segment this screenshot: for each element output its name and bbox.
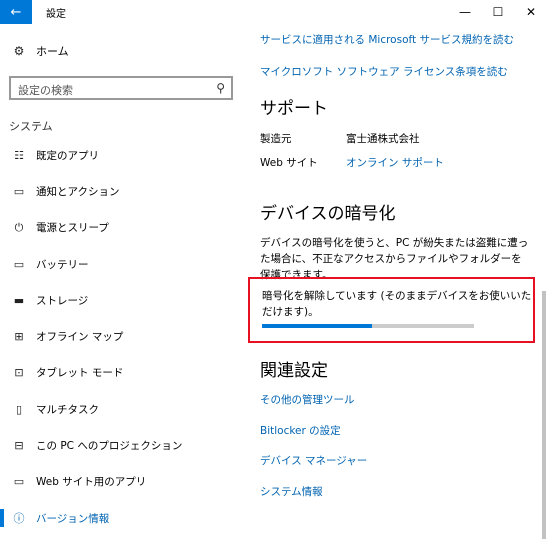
encryption-progress-bar <box>262 324 474 328</box>
notifications-icon: ▭ <box>13 184 25 198</box>
sidebar-home[interactable]: ⚙ ホーム <box>12 43 69 59</box>
sidebar-item-power-sleep[interactable]: ⏻ 電源とスリープ <box>0 210 244 246</box>
projection-icon: ⊟ <box>14 439 24 453</box>
sidebar-item-multitasking[interactable]: ▯ マルチタスク <box>0 391 244 427</box>
vertical-scrollbar[interactable] <box>538 24 550 543</box>
sidebar-nav: ☷ 既定のアプリ ▭ 通知とアクション ⏻ 電源とスリープ ▭ バッテリー ▬ … <box>0 137 244 536</box>
link-bitlocker-settings[interactable]: Bitlocker の設定 <box>260 423 341 438</box>
sidebar-item-label: オフライン マップ <box>36 331 124 344</box>
close-icon: ✕ <box>525 5 537 19</box>
encryption-description: デバイスの暗号化を使うと、PC が紛失または盗難に遭った場合に、不正なアクセスか… <box>260 237 529 281</box>
scrollbar-thumb[interactable] <box>542 291 546 539</box>
sidebar-item-label: Web サイト用のアプリ <box>36 476 147 489</box>
manufacturer-value: 富士通株式会社 <box>346 133 420 145</box>
storage-icon: ▬ <box>13 293 25 307</box>
link-device-manager[interactable]: デバイス マネージャー <box>260 453 367 468</box>
search-icon[interactable]: ⚲ <box>216 81 225 95</box>
back-arrow-icon: ← <box>10 4 22 20</box>
heading-support: サポート <box>260 99 328 119</box>
manufacturer-label: 製造元 <box>260 133 292 145</box>
heading-device-encryption: デバイスの暗号化 <box>260 204 396 224</box>
search-placeholder: 設定の検索 <box>18 84 73 97</box>
back-button[interactable]: ← <box>0 0 32 24</box>
sidebar-item-label: バージョン情報 <box>36 512 110 525</box>
maximize-icon: ☐ <box>492 5 504 19</box>
search-input[interactable]: 設定の検索 ⚲ <box>9 76 233 100</box>
sidebar-item-label: 通知とアクション <box>36 185 120 198</box>
sidebar-item-battery[interactable]: ▭ バッテリー <box>0 246 244 282</box>
link-online-support[interactable]: オンライン サポート <box>346 155 444 170</box>
main-content: サービスに適用される Microsoft サービス規約を読む マイクロソフト ソ… <box>244 24 538 543</box>
tablet-icon: ⊡ <box>14 366 24 380</box>
sidebar-item-label: 既定のアプリ <box>36 149 99 162</box>
sidebar-item-offline-maps[interactable]: ⊞ オフライン マップ <box>0 318 244 354</box>
minimize-button[interactable]: — <box>448 0 482 24</box>
sidebar-item-label: タブレット モード <box>36 367 124 380</box>
gear-icon: ⚙ <box>13 44 25 58</box>
sidebar: ⚙ ホーム 設定の検索 ⚲ システム ☷ 既定のアプリ ▭ 通知とアクション ⏻… <box>0 24 244 543</box>
sidebar-item-storage[interactable]: ▬ ストレージ <box>0 282 244 318</box>
sidebar-item-label: ストレージ <box>36 294 89 307</box>
sidebar-item-projection[interactable]: ⊟ この PC へのプロジェクション <box>0 427 244 463</box>
sidebar-item-about[interactable]: ⓘ バージョン情報 <box>0 500 244 536</box>
power-icon: ⏻ <box>14 220 24 234</box>
link-microsoft-services-agreement[interactable]: サービスに適用される Microsoft サービス規約を読む <box>260 32 514 47</box>
default-apps-icon: ☷ <box>14 148 24 162</box>
sidebar-item-default-apps[interactable]: ☷ 既定のアプリ <box>0 137 244 173</box>
link-admin-tools[interactable]: その他の管理ツール <box>260 392 355 407</box>
sidebar-item-label: この PC へのプロジェクション <box>36 440 183 453</box>
info-icon: ⓘ <box>13 512 25 526</box>
sidebar-item-label: 電源とスリープ <box>36 222 109 235</box>
home-label: ホーム <box>36 45 69 58</box>
link-software-license-terms[interactable]: マイクロソフト ソフトウェア ライセンス条項を読む <box>260 64 508 79</box>
title-bar: ← 設定 — ☐ ✕ <box>0 0 550 24</box>
sidebar-item-tablet-mode[interactable]: ⊡ タブレット モード <box>0 355 244 391</box>
encryption-progress-fill <box>262 324 373 328</box>
website-label: Web サイト <box>260 157 318 169</box>
sidebar-item-apps-for-websites[interactable]: ▭ Web サイト用のアプリ <box>0 464 244 500</box>
sidebar-item-notifications[interactable]: ▭ 通知とアクション <box>0 173 244 209</box>
encryption-status-text: 暗号化を解除しています (そのままデバイスをお使いいただけます)。 <box>262 290 532 318</box>
multitasking-icon: ▯ <box>15 402 23 416</box>
battery-icon: ▭ <box>13 257 25 271</box>
window-title: 設定 <box>46 9 66 20</box>
section-label-system: システム <box>9 120 53 133</box>
map-icon: ⊞ <box>14 330 24 344</box>
close-button[interactable]: ✕ <box>514 0 548 24</box>
minimize-icon: — <box>459 5 471 19</box>
maximize-button[interactable]: ☐ <box>481 0 515 24</box>
sidebar-item-label: バッテリー <box>36 258 89 271</box>
encryption-status-highlight: 暗号化を解除しています (そのままデバイスをお使いいただけます)。 <box>248 277 535 343</box>
heading-related-settings: 関連設定 <box>260 361 328 381</box>
sidebar-item-label: マルチタスク <box>36 403 99 416</box>
link-system-information[interactable]: システム情報 <box>260 484 323 499</box>
website-apps-icon: ▭ <box>13 475 25 489</box>
